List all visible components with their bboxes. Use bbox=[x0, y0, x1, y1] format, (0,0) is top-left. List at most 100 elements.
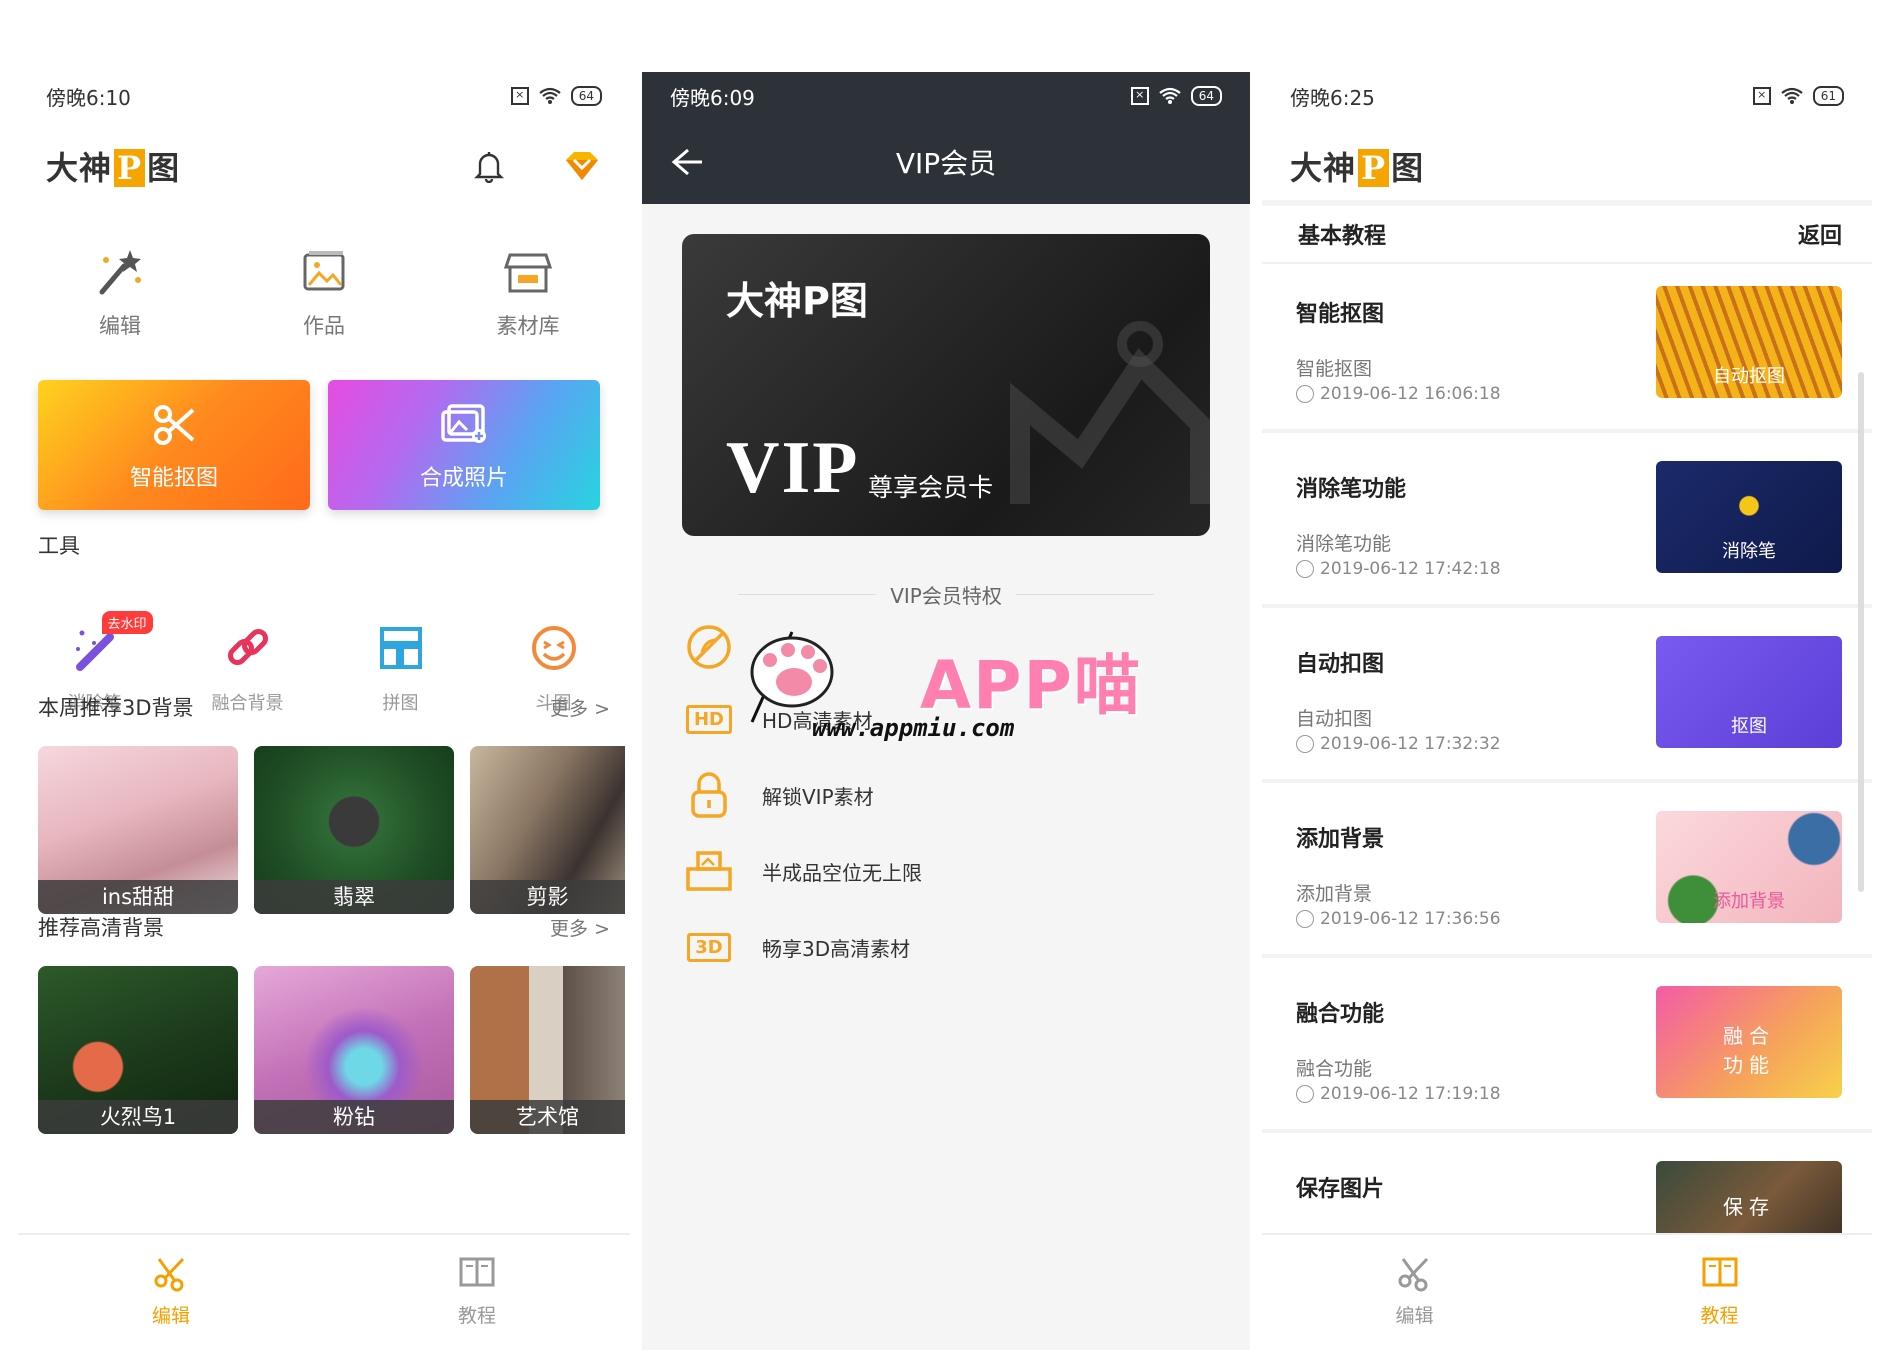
wifi-icon bbox=[1159, 87, 1181, 104]
section-hd-title: 推荐高清背景 bbox=[38, 916, 164, 940]
clock-icon bbox=[1296, 1085, 1314, 1103]
edit-scissors-icon bbox=[154, 1257, 185, 1292]
back-button[interactable]: 返回 bbox=[1798, 218, 1842, 250]
tools-title: 工具 bbox=[38, 534, 80, 558]
list-item[interactable]: 自动扣图 自动扣图 2019-06-12 17:32:32 抠图 bbox=[1262, 608, 1872, 783]
3d-icon: 3D bbox=[687, 932, 731, 962]
bottom-tab-bar: 编辑 教程 bbox=[1262, 1233, 1872, 1350]
perk-unlock: 解锁VIP素材 bbox=[682, 768, 874, 822]
status-bar: 傍晚6:25 × 61 bbox=[1262, 72, 1872, 120]
tab-tutorial[interactable]: 教程 bbox=[324, 1235, 630, 1350]
tutorial-thumbnail: 消除笔 bbox=[1656, 461, 1842, 573]
thumb-card[interactable]: 火烈鸟1 bbox=[38, 966, 238, 1134]
no-ads-icon bbox=[687, 625, 731, 669]
list-item[interactable]: 添加背景 添加背景 2019-06-12 17:36:56 添加背景 bbox=[1262, 783, 1872, 958]
tray-icon bbox=[686, 851, 732, 891]
clock-icon bbox=[1296, 735, 1314, 753]
thumb-card[interactable]: 粉钻 bbox=[254, 966, 454, 1134]
section-3d-title: 本周推荐3D背景 bbox=[38, 696, 194, 720]
thumb-card[interactable]: ins甜甜 bbox=[38, 746, 238, 914]
status-bar: 傍晚6:09 × 64 bbox=[642, 72, 1250, 120]
magic-wand-icon bbox=[99, 250, 141, 295]
clock-icon bbox=[1296, 385, 1314, 403]
tutorial-thumbnail: 自动抠图 bbox=[1656, 286, 1842, 398]
tutorial-title: 基本教程 bbox=[1298, 224, 1387, 249]
perks-title: VIP会员特权 bbox=[890, 584, 1002, 608]
emoji-icon bbox=[531, 626, 576, 670]
battery-icon: 64 bbox=[570, 86, 602, 106]
status-time: 傍晚6:09 bbox=[670, 85, 755, 110]
vip-header: 傍晚6:09 × 64 VIP会员 bbox=[642, 72, 1250, 204]
shortcut-row: 编辑 作品 素材库 bbox=[18, 242, 630, 340]
scrollbar[interactable] bbox=[1858, 372, 1864, 892]
status-time: 傍晚6:10 bbox=[46, 85, 131, 110]
tutorial-thumbnail: 添加背景 bbox=[1656, 811, 1842, 923]
edit-scissors-icon bbox=[1398, 1257, 1428, 1292]
wifi-icon bbox=[1781, 87, 1803, 104]
bell-icon[interactable] bbox=[472, 149, 506, 183]
battery-icon: 64 bbox=[1190, 86, 1222, 106]
tutorial-screen: 傍晚6:25 × 61 大神 P 图 基本教程 返回 智能抠图 智能抠图 2019-… bbox=[1262, 72, 1872, 1350]
scissors-icon bbox=[154, 405, 195, 445]
vip-screen: 傍晚6:09 × 64 VIP会员 大神P图 VIP 尊享会员卡 VIP会员特权… bbox=[642, 72, 1250, 1350]
section-3d-more[interactable]: 更多 > bbox=[550, 694, 610, 721]
thumb-card[interactable]: 翡翠 bbox=[254, 746, 454, 914]
list-item[interactable]: 消除笔功能 消除笔功能 2019-06-12 17:42:18 消除笔 bbox=[1262, 433, 1872, 608]
shortcut-works[interactable]: 作品 bbox=[254, 242, 394, 340]
book-icon bbox=[1702, 1257, 1737, 1287]
merge-photo-button[interactable]: 合成照片 bbox=[328, 380, 600, 510]
crown-watermark-icon bbox=[1010, 321, 1210, 504]
status-time: 傍晚6:25 bbox=[1290, 85, 1375, 110]
tool-blend-background[interactable]: 融合背景 bbox=[183, 617, 313, 715]
app-logo: 大神 P 图 bbox=[46, 149, 181, 187]
hd-icon: HD bbox=[685, 704, 732, 734]
sim-icon: × bbox=[1130, 87, 1149, 105]
perk-slots: 半成品空位无上限 bbox=[682, 844, 922, 898]
section-hd-more[interactable]: 更多 > bbox=[550, 914, 610, 941]
watermark-overlay: APP喵 www.appmiu.com bbox=[732, 612, 1152, 742]
lock-icon bbox=[691, 772, 727, 818]
clock-icon bbox=[1296, 560, 1314, 578]
perk-3d: 3D 畅享3D高清素材 bbox=[682, 920, 910, 974]
tab-tutorial[interactable]: 教程 bbox=[1567, 1235, 1872, 1350]
wifi-icon bbox=[539, 87, 561, 104]
tutorial-header: 基本教程 返回 bbox=[1262, 200, 1872, 264]
tutorial-thumbnail: 抠图 bbox=[1656, 636, 1842, 748]
watermark-badge: 去水印 bbox=[101, 611, 153, 634]
page-title: VIP会员 bbox=[895, 147, 997, 180]
vip-diamond-icon[interactable] bbox=[562, 146, 602, 186]
thumb-card[interactable]: 艺术馆 bbox=[470, 966, 625, 1134]
smart-cutout-button[interactable]: 智能抠图 bbox=[38, 380, 310, 510]
sim-icon: × bbox=[510, 87, 529, 105]
back-arrow-icon[interactable] bbox=[666, 142, 706, 182]
bottom-tab-bar: 编辑 教程 bbox=[18, 1233, 630, 1350]
picture-icon bbox=[303, 251, 345, 291]
shortcut-materials[interactable]: 素材库 bbox=[458, 242, 598, 340]
thumbs-hd: 火烈鸟1 粉钻 艺术馆 bbox=[38, 966, 625, 1134]
store-icon bbox=[503, 253, 553, 293]
battery-icon: 61 bbox=[1812, 86, 1844, 106]
thumb-card[interactable]: 剪影 bbox=[470, 746, 625, 914]
tutorial-list: 智能抠图 智能抠图 2019-06-12 16:06:18 自动抠图 消除笔功能… bbox=[1262, 258, 1872, 1308]
vip-card-vip: VIP bbox=[726, 427, 860, 509]
tab-edit[interactable]: 编辑 bbox=[1262, 1235, 1567, 1350]
tutorial-thumbnail: 融合 功能 bbox=[1656, 986, 1842, 1098]
app-logo: 大神 P 图 bbox=[1290, 149, 1425, 187]
shortcut-edit[interactable]: 编辑 bbox=[50, 242, 190, 340]
clock-icon bbox=[1296, 910, 1314, 928]
tool-collage[interactable]: 拼图 bbox=[336, 617, 466, 715]
app-header: 大神 P 图 bbox=[46, 134, 602, 198]
tab-edit[interactable]: 编辑 bbox=[18, 1235, 324, 1350]
book-icon bbox=[459, 1257, 495, 1287]
thumbs-3d: ins甜甜 翡翠 剪影 bbox=[38, 746, 625, 914]
list-item[interactable]: 智能抠图 智能抠图 2019-06-12 16:06:18 自动抠图 bbox=[1262, 258, 1872, 433]
list-item[interactable]: 融合功能 融合功能 2019-06-12 17:19:18 融合 功能 bbox=[1262, 958, 1872, 1133]
vip-card-subtitle: 尊享会员卡 bbox=[868, 473, 994, 502]
status-bar: 傍晚6:10 × 64 bbox=[18, 72, 630, 120]
link-icon bbox=[227, 628, 268, 666]
vip-card-name: 大神P图 bbox=[726, 279, 868, 323]
sim-icon: × bbox=[1752, 87, 1771, 105]
perks-divider: VIP会员特权 bbox=[738, 580, 1155, 609]
vip-card: 大神P图 VIP 尊享会员卡 bbox=[682, 234, 1210, 536]
home-screen: 傍晚6:10 × 64 大神 P 图 编辑 作品 素材库 智能抠图 合成照片 工… bbox=[18, 72, 630, 1350]
